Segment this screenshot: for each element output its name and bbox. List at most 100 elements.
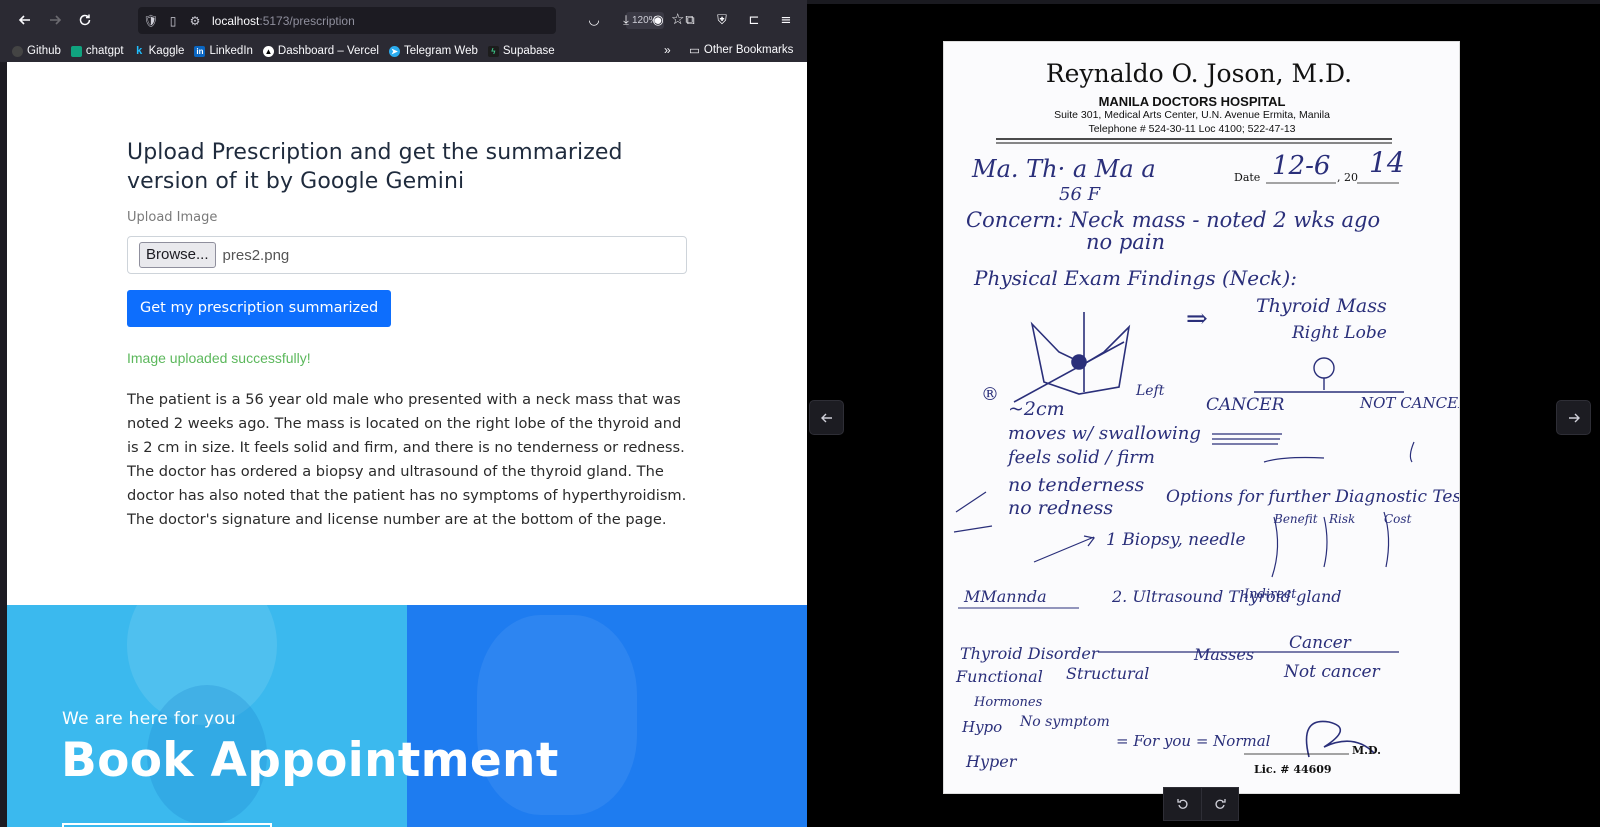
rotate-left-icon xyxy=(1176,799,1188,809)
year-prefix: , 20 xyxy=(1337,171,1358,184)
forward-button[interactable] xyxy=(40,5,70,35)
success-message: Image uploaded successfully! xyxy=(127,350,311,366)
hospital-address: Suite 301, Medical Arts Center, U.N. Ave… xyxy=(1054,109,1330,121)
appointment-banner: We are here for you Book Appointment xyxy=(7,605,807,827)
download-icon[interactable]: ⤓ xyxy=(611,6,641,34)
question-circle xyxy=(1313,357,1335,379)
folder-icon: ▭ xyxy=(689,45,700,57)
bookmark-label: Github xyxy=(27,45,61,57)
exam-heading: Physical Exam Findings (Neck): xyxy=(973,266,1297,290)
selected-file-name: pres2.png xyxy=(222,246,290,264)
ultrasound-line: 2. Ultrasound Thyroid gland xyxy=(1111,587,1342,606)
permissions-icon[interactable]: ⚙ xyxy=(184,14,206,28)
upload-section: Upload Prescription and get the summariz… xyxy=(127,138,692,532)
masses-label: Masses xyxy=(1193,645,1254,664)
note-benefit: Benefit xyxy=(1273,512,1318,526)
year-value: 14 xyxy=(1369,146,1405,179)
bookmark-supabase[interactable]: ϟ Supabase xyxy=(487,45,555,57)
image-viewer: Reynaldo O. Joson, M.D. MANILA DOCTORS H… xyxy=(807,0,1600,827)
thyroid-sketch xyxy=(1013,312,1131,403)
banner-image-right xyxy=(407,605,807,827)
license-number: Lic. # 44609 xyxy=(1254,763,1332,776)
browser-toolbar: 🛡 ▯ ⚙ localhost:5173/prescription 120% ☆… xyxy=(0,0,807,40)
moves-line: moves w/ swallowing xyxy=(1008,423,1201,444)
note-cost: Cost xyxy=(1384,512,1412,526)
page-icon: ▯ xyxy=(169,13,177,28)
web-page: Upload Prescription and get the summariz… xyxy=(7,62,807,827)
cancer-label: CANCER xyxy=(1206,395,1285,415)
arrow-mark: ⇒ xyxy=(1186,304,1208,334)
concern-line-2: no pain xyxy=(1086,230,1165,254)
browser-window: 🛡 ▯ ⚙ localhost:5173/prescription 120% ☆… xyxy=(0,0,807,827)
bookmark-kaggle[interactable]: k Kaggle xyxy=(134,45,185,57)
doctor-name: Reynaldo O. Joson, M.D. xyxy=(1046,59,1352,88)
note-indirect: Indirect xyxy=(1243,587,1297,602)
back-arrow-icon xyxy=(18,15,30,25)
not-cancer-branch: Not cancer xyxy=(1283,662,1381,682)
url-path: :5173/prescription xyxy=(259,13,355,28)
functional-label: Functional xyxy=(955,667,1043,686)
bookmark-vercel[interactable]: ▲ Dashboard – Vercel xyxy=(262,45,379,57)
bookmark-github[interactable]: Github xyxy=(12,45,61,57)
summarize-button[interactable]: Get my prescription summarized xyxy=(127,290,392,327)
solid-line: feels solid / firm xyxy=(1006,447,1155,468)
summary-text: The patient is a 56 year old male who pr… xyxy=(127,391,687,528)
options-heading: Options for further Diagnostic Test: xyxy=(1166,487,1459,507)
date-label: Date xyxy=(1234,171,1260,184)
vercel-icon: ▲ xyxy=(262,45,274,57)
bookmark-chatgpt[interactable]: chatgpt xyxy=(70,45,124,57)
reload-button[interactable] xyxy=(70,5,100,35)
bookmark-label: Kaggle xyxy=(148,45,185,57)
viewer-top-bar xyxy=(807,0,1600,4)
appointment-button[interactable] xyxy=(62,823,272,827)
other-bookmarks[interactable]: ▭ Other Bookmarks xyxy=(689,43,793,57)
extensions-icon[interactable]: ⧉ xyxy=(675,6,705,34)
prescription-image: Reynaldo O. Joson, M.D. MANILA DOCTORS H… xyxy=(944,42,1459,793)
arrow-left-icon xyxy=(820,413,832,422)
supabase-icon: ϟ xyxy=(487,45,499,57)
hormones-label: Hormones xyxy=(973,695,1043,710)
hypo-label: Hypo xyxy=(961,718,1002,736)
hyper-label: Hyper xyxy=(965,752,1018,771)
address-bar[interactable]: 🛡 ▯ ⚙ localhost:5173/prescription 120% ☆ xyxy=(138,7,684,34)
normal-label: = For you = Normal xyxy=(1116,732,1271,750)
toolbar-actions: ◡ ⤓ ◉ ⧉ ⛨ ⊏ ≡ xyxy=(579,6,801,34)
menu-icon[interactable]: ≡ xyxy=(771,6,801,34)
concern-line: Concern: Neck mass - noted 2 wks ago xyxy=(966,208,1380,232)
forward-arrow-icon xyxy=(50,15,62,25)
shield-icon[interactable]: 🛡 xyxy=(140,14,162,28)
biopsy-line: 1 Biopsy, needle xyxy=(1106,530,1246,550)
browse-button[interactable]: Browse... xyxy=(139,242,216,268)
next-image-button[interactable] xyxy=(1556,400,1591,435)
ublock-icon[interactable]: ⛨ xyxy=(707,6,737,34)
patient-age: 56 F xyxy=(1059,184,1102,205)
back-button[interactable] xyxy=(10,5,40,35)
extension-icon[interactable]: ⊏ xyxy=(739,6,769,34)
rotate-left-button[interactable] xyxy=(1164,788,1201,820)
kaggle-icon: k xyxy=(136,45,143,57)
page-title: Upload Prescription and get the summariz… xyxy=(127,140,623,194)
reload-icon xyxy=(79,14,91,26)
file-input[interactable]: Browse... pres2.png xyxy=(127,236,687,274)
url-host: localhost xyxy=(212,13,260,28)
rotate-right-icon xyxy=(1215,799,1226,809)
rotate-right-button[interactable] xyxy=(1201,788,1238,820)
right-marker: ® xyxy=(981,384,999,405)
right-lobe-label: Right Lobe xyxy=(1291,323,1387,343)
cancer-branch: Cancer xyxy=(1289,633,1352,653)
bookmark-telegram[interactable]: ➤ Telegram Web xyxy=(388,45,478,57)
appointment-subtitle: We are here for you xyxy=(62,709,236,729)
bookmarks-bar: Github chatgpt k Kaggle in LinkedIn ▲ Dashb… xyxy=(0,40,807,62)
account-icon[interactable]: ◉ xyxy=(643,6,673,34)
structural-label: Structural xyxy=(1066,664,1149,683)
appointment-title: Book Appointment xyxy=(61,733,559,788)
bookmarks-overflow-icon[interactable]: » xyxy=(664,43,671,57)
arrow-right-icon xyxy=(1568,413,1580,422)
hospital-telephone: Telephone # 524-30-11 Loc 4100; 522-47-1… xyxy=(1088,123,1295,135)
previous-image-button[interactable] xyxy=(809,400,844,435)
bookmark-linkedin[interactable]: in LinkedIn xyxy=(194,45,253,57)
bookmark-label: Supabase xyxy=(502,45,555,57)
upload-label: Upload Image xyxy=(127,210,218,225)
thyroid-mass-label: Thyroid Mass xyxy=(1256,295,1387,317)
pocket-icon[interactable]: ◡ xyxy=(579,6,609,34)
